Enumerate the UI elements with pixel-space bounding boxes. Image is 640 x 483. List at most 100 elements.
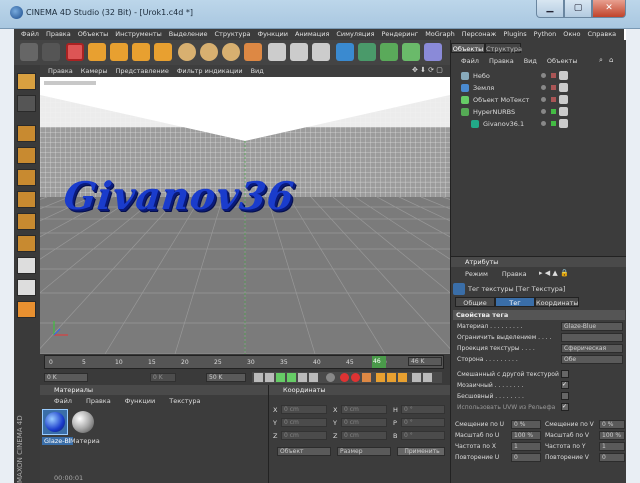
viewport-menu-item[interactable]: Фильтр индикации bbox=[177, 65, 243, 77]
record-icon[interactable] bbox=[340, 373, 349, 382]
coord-rotation-field[interactable]: 0 ° bbox=[401, 418, 445, 427]
checker-icon[interactable] bbox=[17, 257, 36, 274]
home-icon[interactable]: ⌂ bbox=[609, 56, 613, 64]
tag-icon[interactable] bbox=[559, 119, 568, 128]
enable-toggle-icon[interactable] bbox=[551, 109, 556, 114]
key-scale-icon[interactable] bbox=[387, 373, 396, 382]
enable-toggle-icon[interactable] bbox=[551, 73, 556, 78]
render-settings-icon[interactable] bbox=[312, 43, 330, 61]
tab-structure[interactable]: Структура bbox=[485, 43, 522, 53]
material-thumb-default[interactable] bbox=[70, 409, 96, 435]
pair-field[interactable]: 100 % bbox=[511, 431, 541, 440]
menu-item[interactable]: Анимация bbox=[295, 29, 329, 40]
coord-size-dropdown[interactable]: Размер bbox=[337, 447, 391, 456]
close-button[interactable]: ✕ bbox=[592, 0, 626, 18]
materials-menu-item[interactable]: Файл bbox=[54, 396, 72, 406]
search-icon[interactable]: ⌕ bbox=[599, 56, 603, 65]
array-icon[interactable] bbox=[402, 43, 420, 61]
object-name[interactable]: Объект МоТекст bbox=[473, 96, 529, 104]
coord-position-field[interactable]: 0 cm bbox=[281, 418, 327, 427]
coord-size-field[interactable]: 0 cm bbox=[341, 431, 387, 440]
menu-item[interactable]: Функции bbox=[257, 29, 288, 40]
property-field[interactable] bbox=[561, 333, 623, 342]
workplane-icon[interactable] bbox=[17, 279, 36, 296]
key-pla-icon[interactable] bbox=[423, 373, 432, 382]
menu-item[interactable]: Симуляция bbox=[336, 29, 374, 40]
menu-item[interactable]: Структура bbox=[215, 29, 251, 40]
cube-icon[interactable] bbox=[336, 43, 354, 61]
property-checkbox[interactable]: ✓ bbox=[561, 403, 569, 411]
coord-rotation-field[interactable]: 0 ° bbox=[401, 431, 445, 440]
object-name[interactable]: Небо bbox=[473, 72, 490, 80]
redo-icon[interactable] bbox=[42, 43, 60, 61]
attributes-menu-item[interactable]: Режим bbox=[465, 269, 488, 279]
menu-item[interactable]: Файл bbox=[21, 29, 39, 40]
menu-item[interactable]: Персонаж bbox=[462, 29, 497, 40]
key-param-icon[interactable] bbox=[412, 373, 421, 382]
tab-coordinates[interactable]: Координаты bbox=[535, 297, 579, 307]
scale-icon[interactable] bbox=[110, 43, 128, 61]
select-icon[interactable] bbox=[66, 43, 84, 61]
property-checkbox[interactable] bbox=[561, 370, 569, 378]
object-row[interactable]: Объект МоТекст bbox=[451, 94, 627, 106]
key-rot-icon[interactable] bbox=[398, 373, 407, 382]
render-picture-icon[interactable] bbox=[290, 43, 308, 61]
play-back-icon[interactable] bbox=[276, 373, 285, 382]
pair-field[interactable]: 100 % bbox=[599, 431, 625, 440]
menu-item[interactable]: Объекты bbox=[78, 29, 109, 40]
autokey-icon[interactable] bbox=[351, 373, 360, 382]
tag-icon[interactable] bbox=[559, 71, 568, 80]
tag-icon[interactable] bbox=[559, 107, 568, 116]
coord-position-field[interactable]: 0 cm bbox=[281, 405, 327, 414]
maximize-button[interactable]: ▢ bbox=[564, 0, 592, 18]
menu-item[interactable]: Plugins bbox=[503, 29, 526, 40]
pair-field[interactable]: 0 % bbox=[599, 420, 625, 429]
undo-icon[interactable] bbox=[20, 43, 38, 61]
move-icon[interactable] bbox=[88, 43, 106, 61]
nurbs-icon[interactable] bbox=[380, 43, 398, 61]
property-field[interactable]: Сферическая bbox=[561, 344, 623, 353]
menu-item[interactable]: MoGraph bbox=[425, 29, 455, 40]
viewport-nav-controls[interactable]: ✥ ⬇ ⟳ ▢ bbox=[412, 66, 443, 74]
pair-field[interactable]: 0 bbox=[599, 453, 625, 462]
visibility-dot[interactable] bbox=[541, 109, 546, 114]
objects-menu-item[interactable]: Правка bbox=[489, 56, 514, 66]
coord-system-icon[interactable] bbox=[244, 43, 262, 61]
object-mode-icon[interactable] bbox=[17, 213, 36, 230]
tag-icon[interactable] bbox=[559, 95, 568, 104]
coord-size-field[interactable]: 0 cm bbox=[341, 405, 387, 414]
object-row[interactable]: HyperNURBS bbox=[451, 106, 627, 118]
tag-icon[interactable] bbox=[559, 83, 568, 92]
rotate-icon[interactable] bbox=[132, 43, 150, 61]
apply-button[interactable]: Применить bbox=[397, 447, 445, 456]
preview-min-field[interactable]: 0 K bbox=[150, 373, 176, 382]
material-thumb-glaze[interactable] bbox=[42, 409, 68, 435]
pair-field[interactable]: 0 % bbox=[511, 420, 541, 429]
render-view-icon[interactable] bbox=[268, 43, 286, 61]
objects-menu-item[interactable]: Объекты bbox=[547, 56, 578, 66]
3d-text-object[interactable]: Givanov36 bbox=[62, 173, 297, 218]
coord-size-field[interactable]: 0 cm bbox=[341, 418, 387, 427]
prev-key-icon[interactable] bbox=[265, 373, 274, 382]
pair-field[interactable]: 1 bbox=[511, 442, 541, 451]
axis-y-icon[interactable] bbox=[200, 43, 218, 61]
tab-objects[interactable]: Объекты bbox=[451, 43, 485, 53]
materials-menu-item[interactable]: Правка bbox=[86, 396, 111, 406]
edges-mode-icon[interactable] bbox=[17, 147, 36, 164]
coord-rotation-field[interactable]: 0 ° bbox=[401, 405, 445, 414]
property-checkbox[interactable] bbox=[561, 392, 569, 400]
object-row[interactable]: Земля bbox=[451, 82, 627, 94]
menu-item[interactable]: Справка bbox=[587, 29, 616, 40]
enable-toggle-icon[interactable] bbox=[551, 97, 556, 102]
animation-mode-icon[interactable] bbox=[17, 235, 36, 252]
timeline-ruler[interactable]: 05101520253035404550 46 bbox=[44, 355, 444, 369]
property-checkbox[interactable]: ✓ bbox=[561, 381, 569, 389]
points-mode-icon[interactable] bbox=[17, 125, 36, 142]
preview-max-field[interactable]: 50 K bbox=[206, 373, 246, 382]
minimize-button[interactable]: ▁ bbox=[536, 0, 564, 18]
visibility-dot[interactable] bbox=[541, 121, 546, 126]
play-icon[interactable] bbox=[287, 373, 296, 382]
pair-field[interactable]: 0 bbox=[511, 453, 541, 462]
menu-item[interactable]: Выделение bbox=[169, 29, 208, 40]
objects-menu-item[interactable]: Файл bbox=[461, 56, 479, 66]
